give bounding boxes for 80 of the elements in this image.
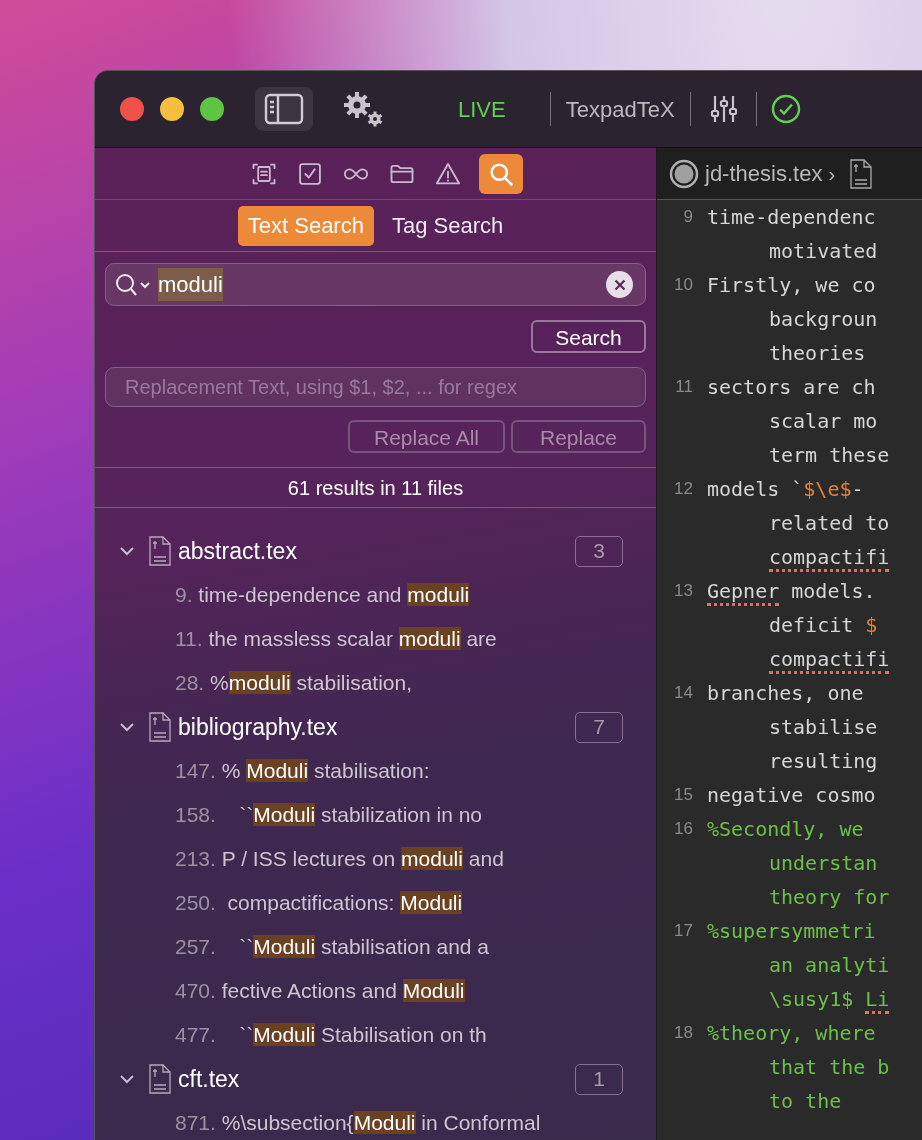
- code-line: Gepner models.: [707, 576, 876, 606]
- code-line: \susy1$ Li: [707, 984, 890, 1014]
- code-line: %Secondly, we: [707, 816, 864, 843]
- line-number: 15: [674, 784, 693, 807]
- code-line: motivated: [768, 238, 878, 265]
- search-result-line[interactable]: 9. time-dependence and moduli: [175, 579, 470, 611]
- result-count-badge: 3: [575, 535, 623, 567]
- line-number: 9: [683, 206, 693, 229]
- file-name[interactable]: cft.tex: [178, 1061, 240, 1097]
- engine-label[interactable]: TexpadTeX: [565, 92, 675, 126]
- breadcrumb-separator: ›: [828, 161, 836, 187]
- clear-search-button[interactable]: [606, 271, 633, 298]
- code-line: compactifi: [707, 644, 890, 674]
- code-line: %supersymmetri: [707, 918, 876, 945]
- code-line: sectors are ch: [707, 374, 876, 401]
- code-line: scalar mo: [768, 408, 878, 435]
- replace-button[interactable]: Replace All: [348, 420, 505, 453]
- line-number: 16: [674, 818, 693, 841]
- code-line: that the b: [768, 1054, 890, 1081]
- search-mode-tab[interactable]: Tag Search: [381, 205, 514, 246]
- code-line: theory for: [768, 884, 890, 911]
- code-line: compactifi: [707, 542, 890, 572]
- results-summary: 61 results in 11 files: [287, 475, 464, 501]
- code-line: related to: [768, 510, 890, 537]
- result-count-badge: 7: [575, 711, 623, 743]
- search-result-line[interactable]: 213. P / ISS lectures on moduli and: [175, 843, 504, 875]
- line-number: 10: [674, 274, 693, 297]
- search-result-line[interactable]: 250. compactifications: Moduli: [175, 887, 463, 919]
- sidebar-tool-button[interactable]: [478, 153, 523, 194]
- code-line: to the: [768, 1088, 842, 1115]
- document-icon: [148, 1063, 172, 1095]
- line-number: 13: [674, 580, 693, 603]
- close-icon: [613, 278, 626, 291]
- sliders-icon: [708, 94, 739, 124]
- code-line: theories: [768, 340, 866, 367]
- document-icon: [148, 711, 172, 743]
- search-result-line[interactable]: 158. ``Moduli stabilization in no: [175, 799, 483, 831]
- code-line: backgroun: [768, 306, 878, 333]
- search-field[interactable]: moduli: [105, 263, 646, 306]
- code-line: deficit $: [768, 612, 878, 639]
- zoom-button[interactable]: [200, 97, 224, 121]
- document-icon: [849, 157, 874, 190]
- file-name[interactable]: abstract.tex: [178, 533, 297, 569]
- search-result-line[interactable]: 470. fective Actions and Moduli: [175, 975, 465, 1007]
- live-label[interactable]: LIVE: [458, 92, 506, 126]
- code-line: %theory, where: [707, 1020, 876, 1047]
- editor-file-name[interactable]: jd-thesis.tex: [705, 157, 823, 190]
- search-result-line[interactable]: 477. ``Moduli Stabilisation on th: [175, 1019, 487, 1051]
- sidebar-toggle-button[interactable]: [255, 87, 313, 131]
- minimize-button[interactable]: [160, 97, 184, 121]
- search-result-line[interactable]: 28. %moduli stabilisation,: [175, 667, 412, 699]
- replacement-field[interactable]: Replacement Text, using $1, $2, ... for regex: [105, 367, 646, 407]
- replace-button[interactable]: Replace: [511, 420, 646, 453]
- search-result-line[interactable]: 11. the massless scalar moduli are: [175, 623, 497, 655]
- search-button[interactable]: Search: [531, 320, 646, 353]
- line-number: 18: [674, 1022, 693, 1045]
- code-line: time-dependenc: [707, 204, 876, 231]
- sliders-button[interactable]: [708, 94, 739, 124]
- sidebar-icon: [264, 93, 304, 125]
- line-number: 14: [674, 682, 693, 705]
- code-line: understan: [768, 850, 878, 877]
- file-name[interactable]: bibliography.tex: [178, 709, 338, 745]
- search-result-line[interactable]: 871. %\subsection{Moduli in Conformal: [175, 1107, 541, 1139]
- line-number: 17: [674, 920, 693, 943]
- code-line: stabilise: [768, 714, 878, 741]
- code-line: Firstly, we co: [707, 272, 876, 299]
- code-line: models `$\e$-: [707, 476, 864, 503]
- code-line: negative cosmo: [707, 782, 876, 809]
- search-result-line[interactable]: 147. % Moduli stabilisation:: [175, 755, 430, 787]
- search-result-line[interactable]: 257. ``Moduli stabilisation and a: [175, 931, 490, 963]
- code-line: branches, one: [707, 680, 864, 707]
- status-circle-icon: [669, 158, 699, 189]
- line-number: 11: [675, 376, 693, 399]
- close-button[interactable]: [120, 97, 144, 121]
- code-line: resulting: [768, 748, 878, 775]
- document-icon: [148, 535, 172, 567]
- code-line: an analyti: [768, 952, 890, 979]
- code-line: term these: [768, 442, 890, 469]
- result-count-badge: 1: [575, 1063, 623, 1095]
- line-number: 12: [674, 478, 693, 501]
